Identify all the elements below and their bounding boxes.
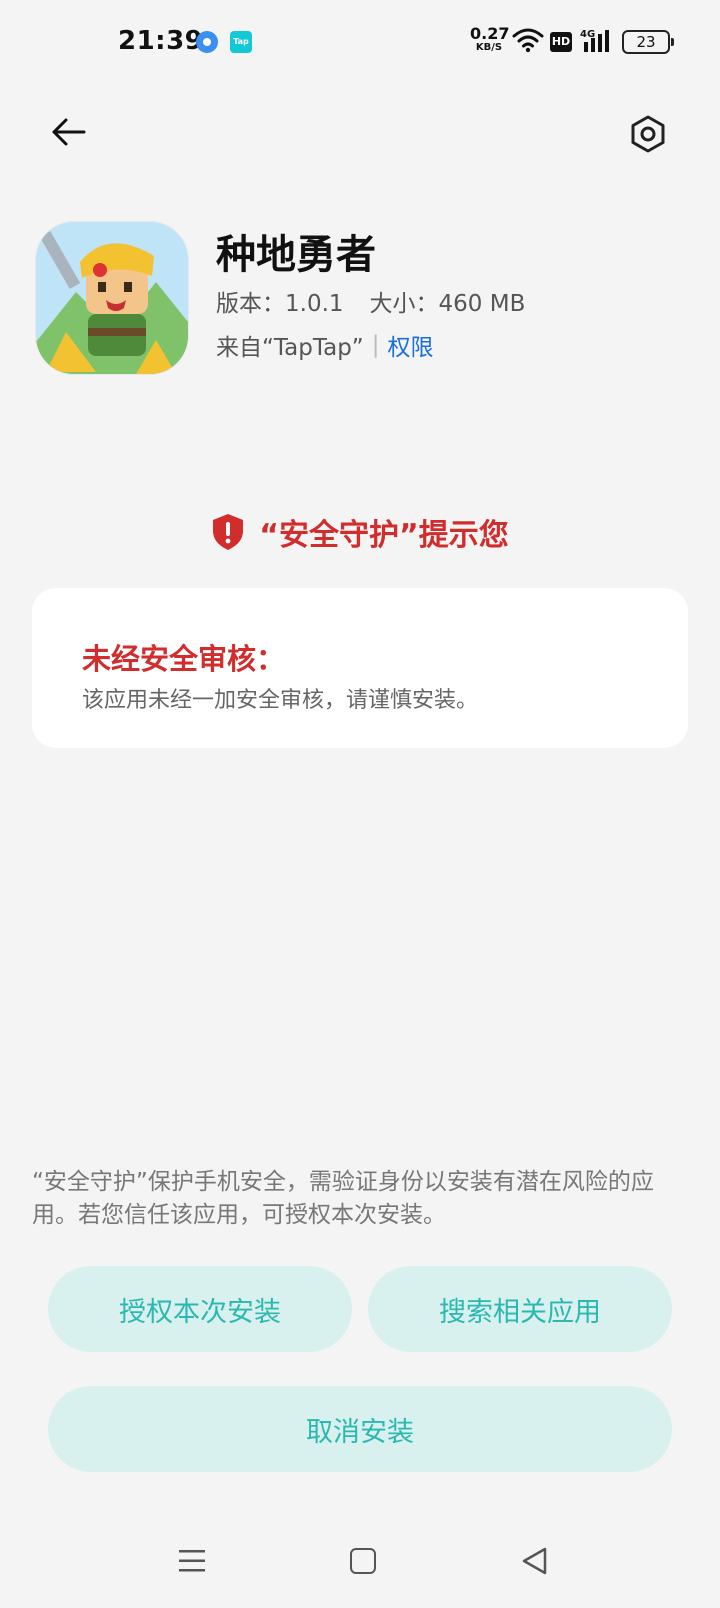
back-button[interactable] [44,108,92,156]
app-icon [36,222,188,374]
arrow-left-icon [52,118,86,146]
permissions-link[interactable]: 权限 [387,328,433,362]
shield-alert-icon [213,514,244,550]
settings-button[interactable] [624,110,672,158]
security-title: “安全守护”提示您 [0,510,720,554]
status-time: 21:39 [118,26,204,56]
net-speed-unit: KB/S [475,42,503,53]
network-speed: 0.27 KB/S [470,24,510,53]
authorize-install-button[interactable]: 授权本次安装 [48,1266,352,1352]
app-source-row: 来自“TapTap” | 权限 [216,328,433,362]
security-title-text: “安全守护”提示您 [259,518,509,553]
app-version: 版本：1.0.1 [216,291,344,317]
wifi-icon [512,28,544,53]
hexagon-settings-icon [631,115,665,153]
back-triangle-icon[interactable] [520,1546,548,1576]
net-speed-value: 0.27 [470,24,510,43]
status-bar: 21:39 Tap 0.27 KB/S HD 4G 23 [0,0,720,84]
app-name: 种地勇者 [216,232,376,278]
footer-description: “安全守护”保护手机安全，需验证身份以安装有潜在风险的应用。若您信任该应用，可授… [32,1169,654,1228]
warning-heading: 未经安全审核： [82,642,286,676]
hd-icon: HD [550,32,572,52]
app-meta: 版本：1.0.1 大小：460 MB [216,284,525,318]
home-icon[interactable] [350,1548,376,1574]
signal-4g-icon: 4G [580,29,609,52]
search-related-apps-button[interactable]: 搜索相关应用 [368,1266,672,1352]
warning-text: 该应用未经一加安全审核，请谨慎安装。 [82,688,479,713]
cancel-install-button[interactable]: 取消安装 [48,1386,672,1472]
divider: | [371,332,380,358]
battery-icon: 23 [622,30,674,54]
install-screen: 21:39 Tap 0.27 KB/S HD 4G 23 种地勇者 版本：1.0… [0,0,720,1608]
menu-icon[interactable] [178,1548,206,1574]
app-source: 来自“TapTap” [216,335,364,361]
battery-level: 23 [636,33,656,51]
app-size: 大小：460 MB [369,291,526,317]
game-character-icon [36,222,188,374]
browser-icon [196,31,218,53]
taptap-icon: Tap [230,31,252,53]
warning-card: 未经安全审核： 该应用未经一加安全审核，请谨慎安装。 [32,588,688,748]
